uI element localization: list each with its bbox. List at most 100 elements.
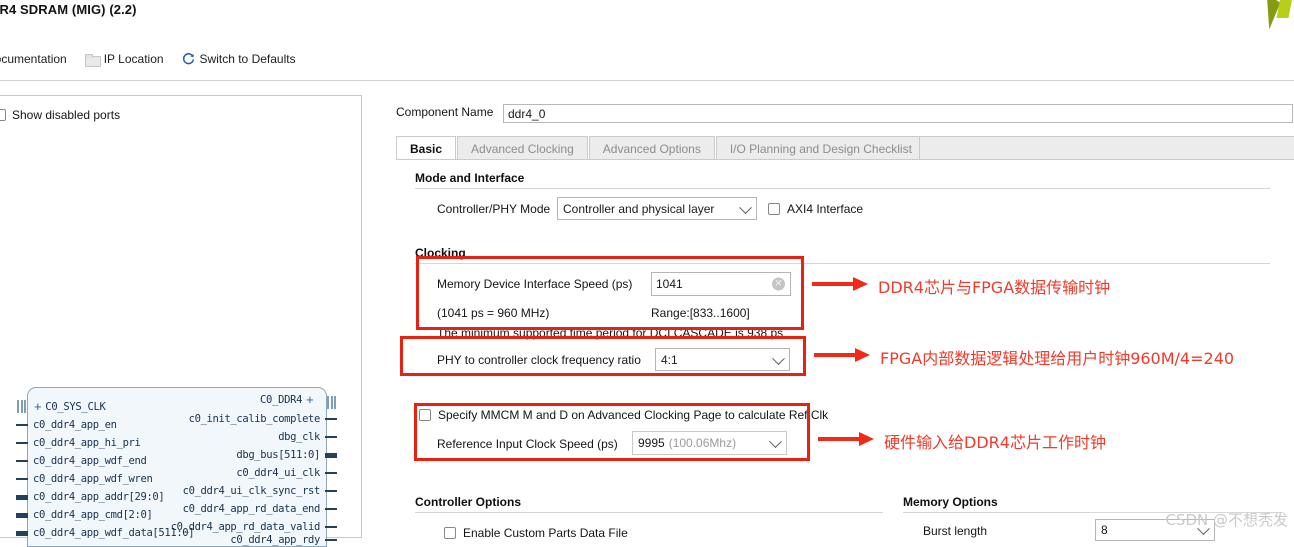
port-left: c0_ddr4_app_hi_pri [16,437,141,449]
bus-marker-left-icon [17,400,26,413]
show-disabled-ports-label: Show disabled ports [12,108,121,122]
port-stub-icon [16,478,28,480]
switch-to-defaults-button[interactable]: Switch to Defaults [182,52,296,66]
port-stub-icon [325,472,337,474]
bus-marker-right-icon [327,396,336,409]
documentation-button[interactable]: Documentation [0,52,67,66]
toolbar-divider [0,80,1294,81]
tab-basic[interactable]: Basic [396,136,457,160]
folder-icon [84,53,101,67]
show-disabled-ports-checkbox[interactable] [0,109,6,121]
port-label: c0_ddr4_app_en [33,419,117,431]
controller-options-rule [415,512,883,513]
port-right: c0_ddr4_app_rdy [230,534,337,546]
tab-bar: Basic Advanced Clocking Advanced Options… [396,136,927,160]
port-label: c0_ddr4_app_rd_data_valid [170,521,321,533]
interface-c0-ddr4[interactable]: C0_DDR4 + [260,393,314,406]
port-stub-icon [16,460,28,462]
watermark: CSDN @不想秃发 [1165,511,1288,529]
highlight-box-phy-ratio [400,336,806,376]
tab-bar-underline [396,159,1294,160]
port-stub-icon [325,436,337,438]
port-stub-bus-icon [16,512,28,518]
port-label: c0_ddr4_app_rd_data_end [182,503,321,515]
highlight-box-reference-clock [414,403,810,461]
port-right: c0_init_calib_complete [189,413,337,425]
port-stub-icon [325,539,337,541]
port-left: c0_ddr4_app_addr[29:0] [16,491,165,503]
mode-and-interface-rule [415,188,1270,189]
port-label: c0_ddr4_app_cmd[2:0] [33,509,153,521]
port-label: dbg_bus[511:0] [236,449,320,461]
page-title: DR4 SDRAM (MIG) (2.2) [0,2,137,17]
tab-advanced-options[interactable]: Advanced Options [588,136,715,160]
port-left: c0_ddr4_app_wdf_data[511:0] [16,527,195,539]
port-stub-icon [16,424,28,426]
port-right: c0_ddr4_ui_clk [236,467,337,479]
port-stub-bus-icon [16,494,28,500]
port-label: c0_ddr4_ui_clk [236,467,320,479]
component-name-input[interactable]: ddr4_0 [503,104,1293,123]
axi4-interface-row[interactable]: AXI4 Interface [768,202,863,216]
port-right: c0_ddr4_ui_clk_sync_rst [183,485,337,497]
toolbar: Documentation IP Location Switch to Defa… [0,52,296,67]
annotation-text-3: 硬件输入给DDR4芯片工作时钟 [884,433,1106,452]
interface-c0-ddr4-label: C0_DDR4 [260,394,303,406]
port-label: c0_init_calib_complete [188,413,321,425]
port-label: c0_ddr4_app_hi_pri [33,437,141,449]
axi4-interface-label: AXI4 Interface [787,202,864,216]
port-left: c0_ddr4_app_wdf_end [16,455,147,467]
interface-c0-sys-clk-label: C0_SYS_CLK [45,401,106,413]
memory-options-header: Memory Options [903,495,998,509]
port-stub-icon [325,526,337,528]
component-name-row: Component Name [396,105,493,119]
interface-c0-sys-clk[interactable]: + C0_SYS_CLK [34,400,106,413]
controller-phy-mode-select[interactable]: Controller and physical layer [557,197,757,220]
port-right: c0_ddr4_app_rd_data_end [183,503,337,515]
tab-bar-filler [919,136,1294,159]
port-label: c0_ddr4_app_rdy [230,534,320,546]
vivado-flag-logo-icon [1256,0,1294,36]
port-label: c0_ddr4_app_addr[29:0] [33,491,165,503]
switch-to-defaults-label: Switch to Defaults [199,52,296,66]
port-label: c0_ddr4_ui_clk_sync_rst [182,485,321,497]
expand-plus-icon[interactable]: + [34,400,42,413]
annotation-arrow-1-icon [812,277,868,291]
controller-phy-mode-value: Controller and physical layer [563,201,715,216]
highlight-box-memory-speed [416,256,804,330]
port-stub-icon [325,508,337,510]
port-stub-icon [325,490,337,492]
component-name-label: Component Name [396,105,494,119]
annotation-arrow-3-icon [818,432,874,446]
port-stub-bus-icon [325,452,337,458]
chevron-down-icon [739,200,752,214]
port-label: dbg_clk [278,431,320,443]
axi4-interface-checkbox[interactable] [768,203,780,215]
ip-location-button[interactable]: IP Location [84,52,164,67]
port-stub-icon [325,418,337,420]
tab-advanced-clocking[interactable]: Advanced Clocking [457,136,588,160]
annotation-arrow-2-icon [814,348,870,362]
port-label: c0_ddr4_app_wdf_wren [33,473,153,485]
mode-and-interface-header: Mode and Interface [415,171,525,185]
ip-location-label: IP Location [103,52,164,66]
port-right: dbg_bus[511:0] [236,449,337,461]
controller-phy-mode-label: Controller/PHY Mode [437,202,551,216]
burst-length-value: 8 [1101,523,1108,537]
port-stub-icon [16,442,28,444]
documentation-label: Documentation [0,52,67,66]
annotation-text-2: FPGA内部数据逻辑处理给用户时钟960M/4=240 [880,349,1235,368]
enable-custom-parts-data-file-checkbox[interactable] [444,527,456,539]
controller-options-header: Controller Options [415,495,521,509]
show-disabled-ports-row[interactable]: Show disabled ports [0,108,120,122]
annotation-text-1: DDR4芯片与FPGA数据传输时钟 [878,278,1111,297]
port-right: dbg_clk [278,431,337,443]
port-stub-bus-icon [16,530,28,536]
port-left: c0_ddr4_app_wdf_wren [16,473,153,485]
burst-length-label: Burst length [923,524,988,538]
port-label: c0_ddr4_app_wdf_end [33,455,147,467]
port-left: c0_ddr4_app_cmd[2:0] [16,509,153,521]
port-left: c0_ddr4_app_en [16,419,117,431]
expand-plus-icon[interactable]: + [306,393,314,406]
tab-io-planning-and-design-checklist[interactable]: I/O Planning and Design Checklist [715,136,926,160]
